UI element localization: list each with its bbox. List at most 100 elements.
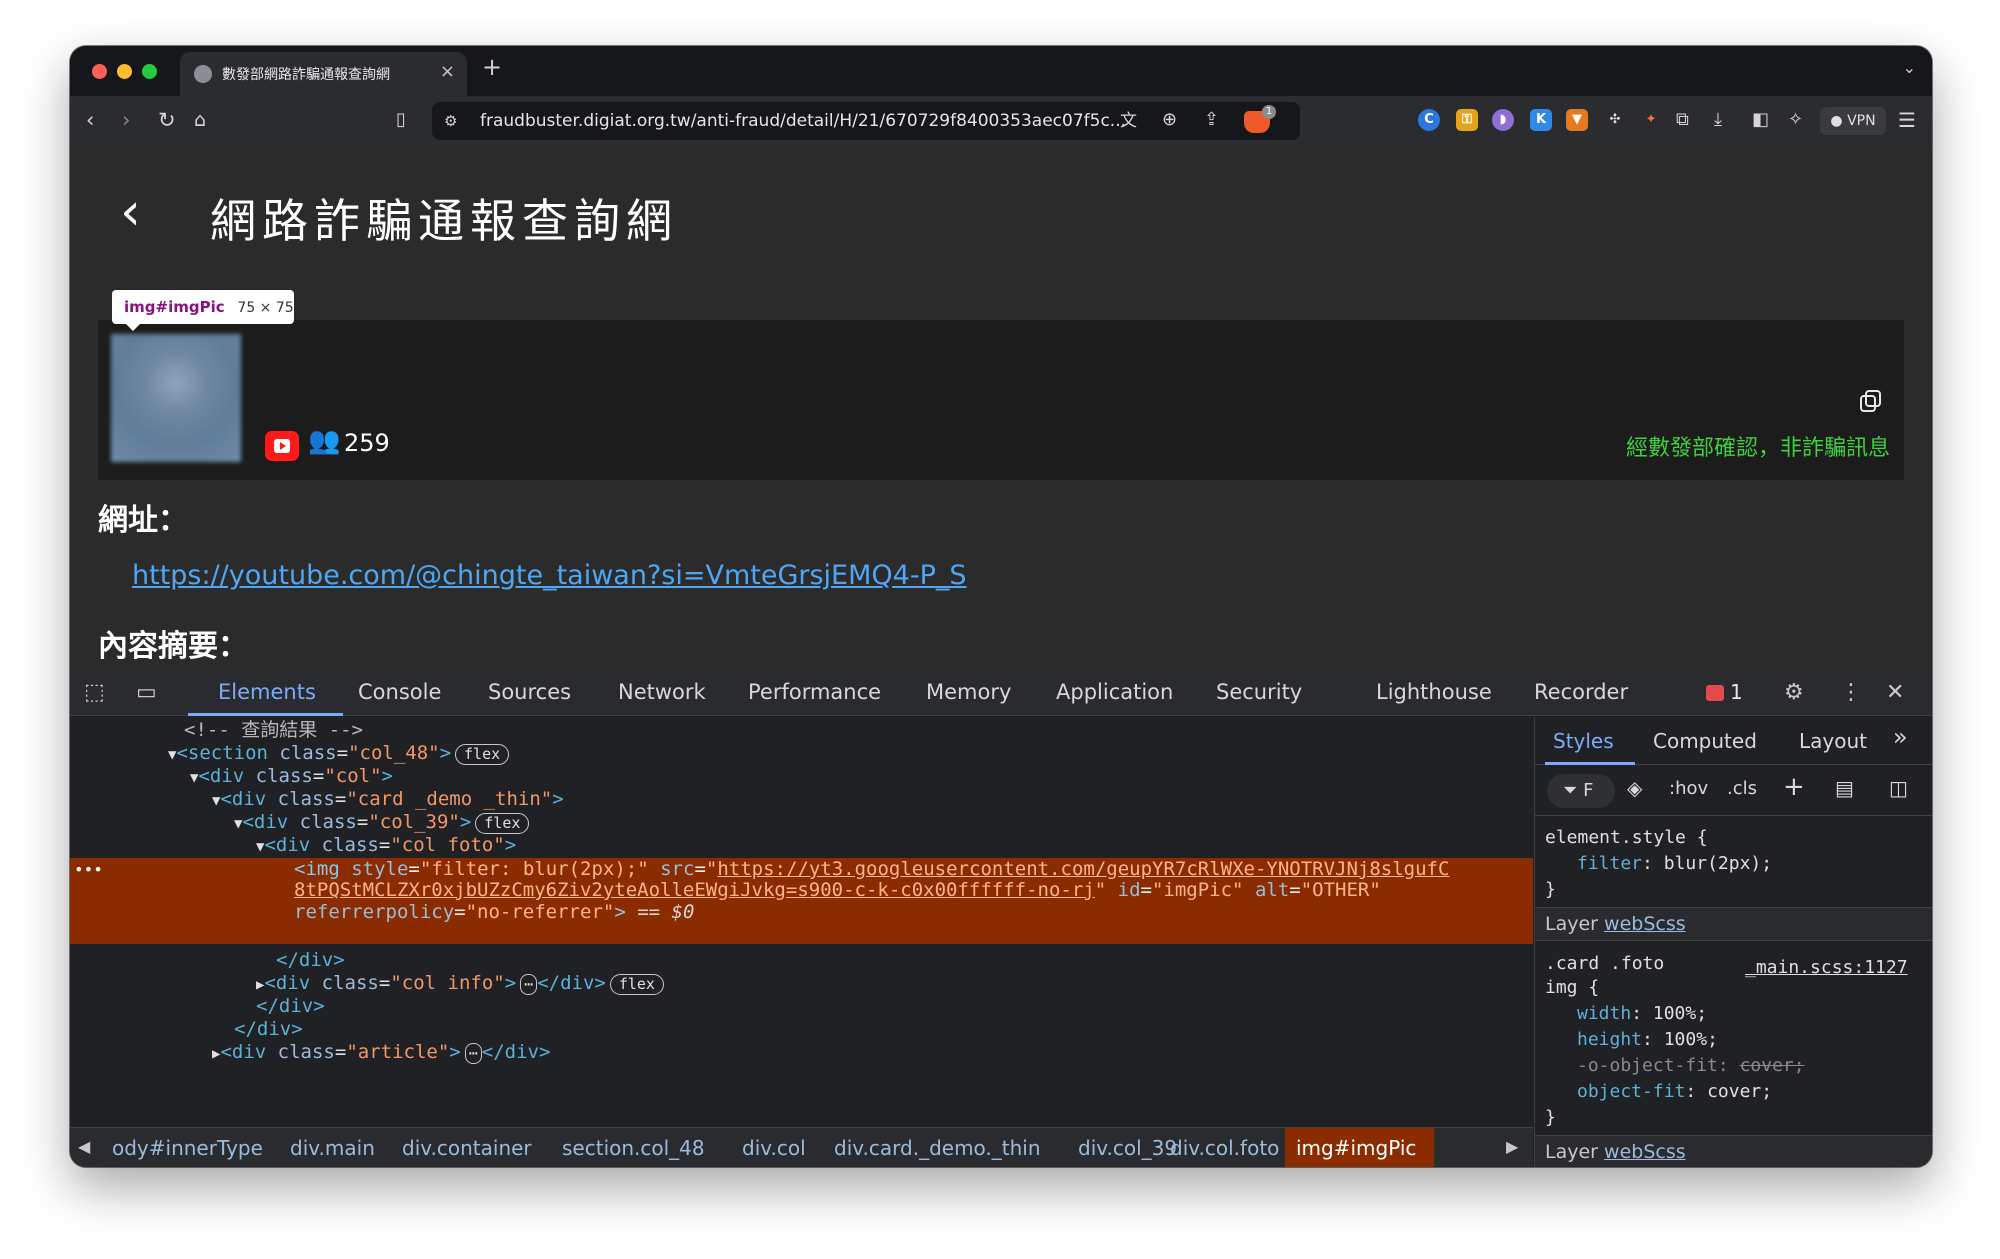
flex-badge[interactable]: flex [609,974,664,995]
extension-key-icon[interactable]: ⚿ [1456,109,1478,131]
extensions-icon[interactable]: ⧉ [1676,107,1689,133]
style-prop-o-object-fit[interactable]: -o-object-fit: cover; [1577,1055,1805,1076]
dom-comment[interactable]: <!-- 查詢結果 --> [184,719,1533,742]
new-tab-button[interactable]: + [482,53,502,81]
sidebar-icon[interactable]: ◧ [1752,107,1769,133]
toggle-sidebar-icon[interactable]: ◫ [1889,776,1908,800]
tab-elements[interactable]: Elements [218,680,316,704]
dom-node-div-col39[interactable]: ▼<div class="col_39"> flex [234,811,1533,834]
tab-security[interactable]: Security [1216,680,1302,704]
tab-computed[interactable]: Computed [1653,729,1757,753]
tab-styles[interactable]: Styles [1553,729,1614,753]
tab-memory[interactable]: Memory [926,680,1011,704]
extension-feather-icon[interactable]: ✣ [1604,109,1626,131]
flex-badge[interactable]: flex [455,744,510,765]
cls-toggle[interactable]: .cls [1727,778,1757,799]
tab-network[interactable]: Network [618,680,706,704]
selected-dom-node-img[interactable]: ••• <img style="filter: blur(2px);" src=… [70,858,1533,944]
close-window-button[interactable] [92,64,107,79]
site-info-icon[interactable]: ⚙ [444,108,457,134]
layers-icon[interactable]: ◈ [1627,776,1642,800]
style-prop-height[interactable]: height: 100%; [1577,1029,1718,1050]
extension-fox-icon[interactable]: ▼ [1566,109,1588,131]
forward-icon[interactable]: › [122,107,130,133]
minimize-window-button[interactable] [117,64,132,79]
zoom-window-button[interactable] [142,64,157,79]
dom-close-div[interactable]: </div> [256,995,1533,1018]
address-bar[interactable]: ⚙ fraudbuster.digiat.org.tw/anti-fraud/d… [432,102,1300,140]
new-rule-icon[interactable]: + [1783,772,1805,802]
leo-icon[interactable]: ✧ [1788,107,1803,133]
tab-recorder[interactable]: Recorder [1534,680,1628,704]
rule-selector[interactable]: .card .foto [1545,953,1664,974]
breadcrumb-item[interactable]: div.container [402,1136,532,1160]
img-src-link-cont[interactable]: 8tPQStMCLZXr0xjbUZzCmy6Ziv2yteAolleEWgiJ… [294,879,1095,901]
source-link[interactable]: _main.scss:1127 [1745,957,1908,978]
breadcrumb-item[interactable]: div.col [742,1136,806,1160]
dom-close-div[interactable]: </div> [234,1018,1533,1041]
browser-tab[interactable]: 數發部網路詐騙通報查詢網 × [180,52,467,96]
breadcrumb-scroll-right-icon[interactable]: ▶ [1506,1137,1518,1156]
layer-link[interactable]: webScss [1604,913,1686,935]
style-rule-filter[interactable]: filter: blur(2px); [1577,853,1772,874]
brave-shield-icon[interactable]: 1 [1244,105,1276,133]
tab-performance[interactable]: Performance [748,680,881,704]
channel-link[interactable]: https://youtube.com/@chingte_taiwan?si=V… [132,560,967,591]
dom-node-div-article[interactable]: ▶<div class="article"> ⋯ </div> [212,1041,1533,1064]
breadcrumb-item[interactable]: div.main [290,1136,375,1160]
tab-layout[interactable]: Layout [1799,729,1867,753]
translate-icon[interactable]: 文 [1120,108,1137,134]
bookmark-icon[interactable]: ▯ [396,107,406,133]
breadcrumb-scroll-left-icon[interactable]: ◀ [78,1137,90,1156]
element-style-selector[interactable]: element.style { [1545,827,1708,848]
style-prop-width[interactable]: width: 100%; [1577,1003,1707,1024]
inspect-element-icon[interactable]: ⬚ [84,680,105,705]
home-icon[interactable]: ⌂ [194,107,206,133]
more-tabs-icon[interactable]: » [1893,723,1908,751]
paint-icon[interactable]: ▤ [1835,776,1854,800]
dom-node-div-foto[interactable]: ▼<div class="col foto"> [256,834,1533,857]
share-icon[interactable]: ⇪ [1204,107,1219,133]
dom-close-div[interactable]: </div> [276,949,1533,972]
tab-close-button[interactable]: × [440,61,455,82]
download-icon[interactable]: ⤓ [1714,107,1722,133]
dom-node-div-col[interactable]: ▼<div class="col"> [190,765,1533,788]
breadcrumb-item[interactable]: div.card._demo._thin [834,1136,1041,1160]
reload-icon[interactable]: ↻ [158,107,176,133]
dom-node-div-info[interactable]: ▶<div class="col info"> ⋯ </div> flex [256,972,1533,995]
tab-list-chevron-icon[interactable]: ⌄ [1903,58,1916,77]
breadcrumb-item-active[interactable]: img#imgPic [1296,1136,1416,1160]
img-src-link[interactable]: https://yt3.googleusercontent.com/geupYR… [717,858,1449,880]
extension-spark-icon[interactable]: ✦ [1640,109,1662,131]
layer-link[interactable]: webScss [1604,1141,1686,1163]
filter-input[interactable]: ⏷ F [1547,774,1615,808]
error-counter[interactable]: 1 [1706,680,1743,704]
zoom-icon[interactable]: ⊕ [1162,107,1177,133]
breadcrumb-item[interactable]: div.col.foto [1170,1136,1279,1160]
menu-icon[interactable]: ☰ [1898,107,1916,133]
back-icon[interactable]: ‹ [86,107,94,133]
rule-selector-img[interactable]: img { [1545,977,1599,998]
tab-application[interactable]: Application [1056,680,1173,704]
extension-c-icon[interactable]: C [1418,109,1440,131]
flex-badge[interactable]: flex [475,813,530,834]
device-toolbar-icon[interactable]: ▭ [136,680,157,705]
more-options-icon[interactable]: ⋮ [1840,680,1862,705]
page-back-icon[interactable]: ‹ [120,182,141,242]
url-text[interactable]: fraudbuster.digiat.org.tw/anti-fraud/det… [480,111,1126,131]
extension-k-icon[interactable]: K [1530,109,1552,131]
dom-node-section[interactable]: ▼<section class="col_48"> flex [168,742,1533,765]
extension-ghost-icon[interactable]: ◗ [1492,109,1514,131]
tab-console[interactable]: Console [358,680,441,704]
tab-lighthouse[interactable]: Lighthouse [1376,680,1492,704]
settings-gear-icon[interactable]: ⚙ [1784,680,1804,705]
breadcrumb-item[interactable]: div.col_39 [1078,1136,1177,1160]
tab-sources[interactable]: Sources [488,680,571,704]
vpn-button[interactable]: ● VPN [1820,107,1886,135]
dom-node-div-card[interactable]: ▼<div class="card _demo _thin"> [212,788,1533,811]
hov-toggle[interactable]: :hov [1669,778,1708,799]
close-devtools-icon[interactable]: ✕ [1886,680,1904,705]
style-prop-object-fit[interactable]: object-fit: cover; [1577,1081,1772,1102]
copy-icon[interactable] [1858,388,1884,414]
breadcrumb-item[interactable]: section.col_48 [562,1136,705,1160]
